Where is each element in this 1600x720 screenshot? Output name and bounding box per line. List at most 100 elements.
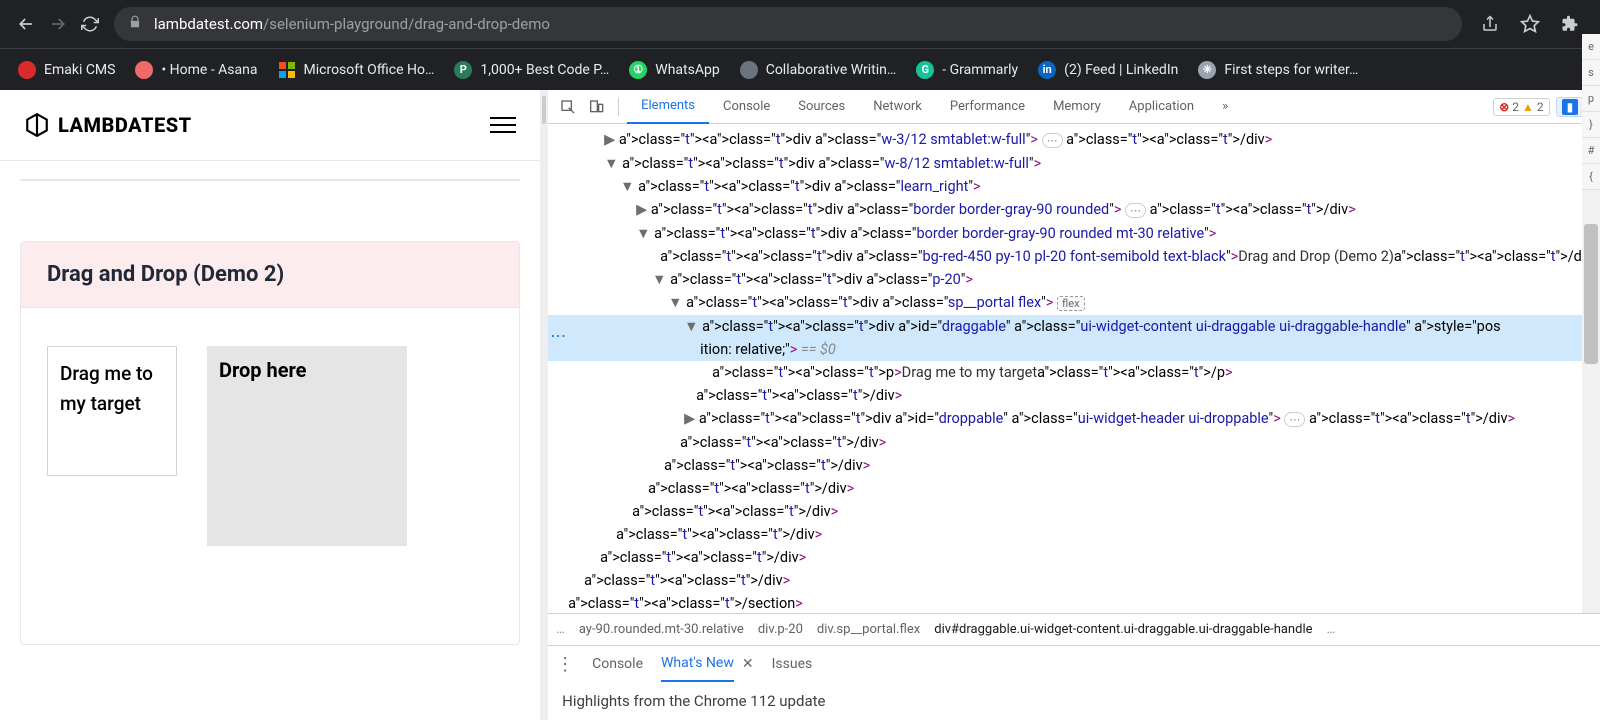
- bookmark-item[interactable]: Emaki CMS: [8, 55, 125, 85]
- demo-card: Drag and Drop (Demo 2) Drag me to my tar…: [20, 241, 520, 645]
- devtools-tab-console[interactable]: Console: [709, 90, 784, 124]
- breadcrumb-segment[interactable]: div.p-20: [758, 622, 803, 637]
- devtools-tab-network[interactable]: Network: [859, 90, 936, 124]
- bookmark-item[interactable]: G - Grammarly: [906, 55, 1028, 85]
- favicon: P: [454, 61, 472, 79]
- bookmark-label: - Grammarly: [942, 62, 1018, 78]
- pane-divider[interactable]: [540, 90, 548, 720]
- inspect-icon[interactable]: [556, 95, 580, 119]
- devtools-tab-memory[interactable]: Memory: [1039, 90, 1115, 124]
- dom-line[interactable]: ▶ a">class="t"><a">class="t">div a">clas…: [548, 128, 1600, 152]
- device-toggle-icon[interactable]: [584, 95, 608, 119]
- breadcrumb-segment[interactable]: …: [556, 622, 565, 637]
- dom-line[interactable]: ition: relative;"> == $0: [548, 338, 1600, 361]
- devtools-tab-application[interactable]: Application: [1115, 90, 1208, 124]
- lock-icon: [128, 15, 142, 33]
- dom-line[interactable]: a">class="t"><a">class="t">div a">class=…: [548, 245, 1600, 268]
- dom-line[interactable]: a">class="t"><a">class="t">/section>: [548, 592, 1600, 613]
- draggable-box[interactable]: Drag me to my target: [47, 346, 177, 476]
- bookmark-label: WhatsApp: [655, 62, 719, 78]
- bookmark-item[interactable]: Microsoft Office Ho…: [268, 55, 445, 85]
- dom-line[interactable]: a">class="t"><a">class="t">/div>: [548, 569, 1600, 592]
- forward-button[interactable]: [42, 8, 74, 40]
- address-bar[interactable]: lambdatest.com/selenium-playground/drag-…: [114, 7, 1462, 41]
- dom-line[interactable]: ▼ a">class="t"><a">class="t">div a">clas…: [548, 222, 1600, 245]
- dom-tree[interactable]: ⋯ ▶ a">class="t"><a">class="t">div a">cl…: [548, 124, 1600, 613]
- bookmark-item[interactable]: ✳ First steps for writer…: [1188, 55, 1368, 85]
- menu-button[interactable]: [490, 117, 516, 133]
- dom-line[interactable]: a">class="t"><a">class="t">/div>: [548, 384, 1600, 407]
- bookmark-item[interactable]: in (2) Feed | LinkedIn: [1028, 55, 1188, 85]
- bookmark-item[interactable]: Collaborative Writin…: [730, 55, 907, 85]
- dom-line[interactable]: ▼ a">class="t"><a">class="t">div a">clas…: [548, 268, 1600, 291]
- drawer-tab-whatsnew[interactable]: What's New: [661, 646, 734, 682]
- favicon: [740, 61, 758, 79]
- favicon: in: [1038, 61, 1056, 79]
- devtools-tab-performance[interactable]: Performance: [936, 90, 1039, 124]
- drawer-tab-close-icon[interactable]: ✕: [742, 656, 754, 672]
- favicon: ①: [629, 61, 647, 79]
- share-icon[interactable]: [1476, 10, 1504, 38]
- dom-line[interactable]: a">class="t"><a">class="t">p>Drag me to …: [548, 361, 1600, 384]
- drawer-content: Highlights from the Chrome 112 update: [548, 682, 1600, 720]
- dom-line[interactable]: a">class="t"><a">class="t">/div>: [548, 454, 1600, 477]
- favicon: [18, 61, 36, 79]
- bookmark-item[interactable]: P 1,000+ Best Code P…: [444, 55, 619, 85]
- dom-line[interactable]: ▼ a">class="t"><a">class="t">div a">id="…: [548, 315, 1600, 338]
- favicon: G: [916, 61, 934, 79]
- bookmark-label: Collaborative Writin…: [766, 62, 897, 78]
- brand-text: LAMBDATEST: [58, 113, 192, 137]
- dom-breadcrumb[interactable]: … ay-90.rounded.mt-30.relative div.p-20 div…: [548, 613, 1600, 645]
- back-button[interactable]: [10, 8, 42, 40]
- bookmark-label: 1,000+ Best Code P…: [480, 62, 609, 78]
- breadcrumb-segment[interactable]: div#draggable.ui-widget-content.ui-dragg…: [934, 622, 1312, 637]
- selected-line-marker: ⋯: [550, 324, 567, 347]
- scrollbar[interactable]: [1582, 124, 1600, 613]
- bookmark-item[interactable]: ① WhatsApp: [619, 55, 729, 85]
- error-count[interactable]: ⊗2 ▲2: [1493, 98, 1549, 116]
- styles-side-tabs[interactable]: esp}#{: [1582, 34, 1600, 190]
- dom-line[interactable]: ▼ a">class="t"><a">class="t">div a">clas…: [548, 291, 1600, 315]
- demo-title: Drag and Drop (Demo 2): [21, 242, 519, 308]
- bookmarks-bar: Emaki CMS • Home - Asana Microsoft Office …: [0, 48, 1600, 90]
- extensions-icon[interactable]: [1556, 10, 1584, 38]
- bookmark-item[interactable]: • Home - Asana: [125, 55, 267, 85]
- browser-toolbar: lambdatest.com/selenium-playground/drag-…: [0, 0, 1600, 48]
- more-tabs-icon[interactable]: »: [1208, 90, 1242, 124]
- devtools-tab-sources[interactable]: Sources: [784, 90, 859, 124]
- favicon: [278, 61, 296, 79]
- droppable-box[interactable]: Drop here: [207, 346, 407, 546]
- star-icon[interactable]: [1516, 10, 1544, 38]
- url-domain: lambdatest.com: [154, 15, 263, 33]
- dom-line[interactable]: ▼ a">class="t"><a">class="t">div a">clas…: [548, 175, 1600, 198]
- drawer-tab-console[interactable]: Console: [592, 656, 643, 672]
- bookmark-label: • Home - Asana: [161, 62, 257, 78]
- devtools-pane: ElementsConsoleSourcesNetworkPerformance…: [548, 90, 1600, 720]
- dom-line[interactable]: ▶ a">class="t"><a">class="t">div a">id="…: [548, 407, 1600, 431]
- url-path: /selenium-playground/drag-and-drop-demo: [263, 15, 550, 33]
- favicon: ✳: [1198, 61, 1216, 79]
- devtools-tab-elements[interactable]: Elements: [627, 90, 709, 124]
- favicon: [135, 61, 153, 79]
- breadcrumb-segment[interactable]: …: [1327, 622, 1336, 637]
- dom-line[interactable]: a">class="t"><a">class="t">/div>: [548, 477, 1600, 500]
- breadcrumb-segment[interactable]: div.sp__portal.flex: [817, 622, 920, 637]
- devtools-tabs: ElementsConsoleSourcesNetworkPerformance…: [548, 90, 1600, 124]
- lambdatest-logo[interactable]: LAMBDATEST: [24, 112, 192, 138]
- dom-line[interactable]: a">class="t"><a">class="t">/div>: [548, 500, 1600, 523]
- bookmark-label: (2) Feed | LinkedIn: [1064, 62, 1178, 78]
- breadcrumb-segment[interactable]: ay-90.rounded.mt-30.relative: [579, 622, 744, 637]
- devtools-drawer: ⋮ Console What's New ✕ Issues Highlights…: [548, 645, 1600, 720]
- bookmark-label: Emaki CMS: [44, 62, 115, 78]
- drawer-tab-issues[interactable]: Issues: [772, 656, 813, 672]
- dom-line[interactable]: a">class="t"><a">class="t">/div>: [548, 546, 1600, 569]
- dom-line[interactable]: a">class="t"><a">class="t">/div>: [548, 523, 1600, 546]
- dom-line[interactable]: ▶ a">class="t"><a">class="t">div a">clas…: [548, 198, 1600, 222]
- reload-button[interactable]: [74, 8, 106, 40]
- drawer-menu-icon[interactable]: ⋮: [556, 654, 574, 675]
- webpage-pane: LAMBDATEST Drag and Drop (Demo 2) Drag m…: [0, 90, 540, 720]
- bookmark-label: First steps for writer…: [1224, 62, 1358, 78]
- dom-line[interactable]: ▼ a">class="t"><a">class="t">div a">clas…: [548, 152, 1600, 175]
- dom-line[interactable]: a">class="t"><a">class="t">/div>: [548, 431, 1600, 454]
- bookmark-label: Microsoft Office Ho…: [304, 62, 435, 78]
